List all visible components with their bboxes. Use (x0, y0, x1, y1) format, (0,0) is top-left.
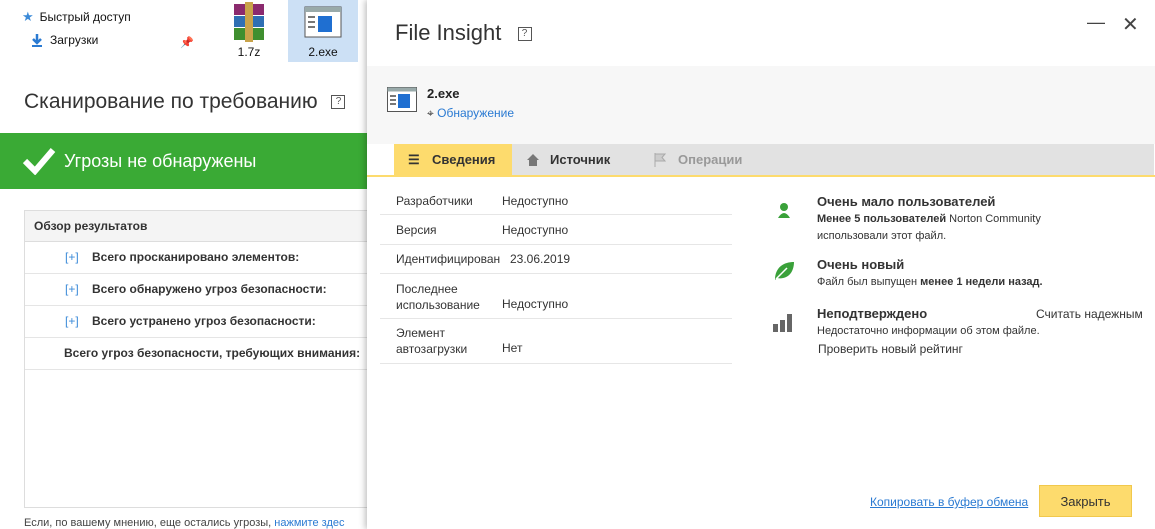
nav-item-quick-access[interactable]: ★ Быстрый доступ (22, 9, 131, 25)
stat-desc-line2: использовали этот файл. (817, 230, 947, 242)
stat-users: Очень мало пользователей Менее 5 пользов… (772, 194, 1152, 244)
file-tile-1-7z[interactable]: 1.7z (214, 0, 284, 62)
bottom-note: Если, по вашему мнению, еще остались угр… (24, 517, 344, 529)
tab-label: Источник (550, 152, 611, 167)
leaf-icon (775, 262, 794, 280)
explorer-window: ★ Быстрый доступ Загрузки 📌 1.7z 2.exe (0, 0, 367, 68)
dialog-title: File Insight ? (395, 20, 532, 46)
expand-toggle[interactable]: [+] (65, 242, 79, 273)
table-row: [+] Всего устранено угроз безопасности: (25, 306, 368, 338)
status-banner: Угрозы не обнаружены (0, 133, 367, 189)
file-label: 1.7z (237, 45, 261, 59)
bar-chart-icon (773, 314, 792, 332)
click-here-link[interactable]: нажмите здес (274, 517, 344, 529)
file-label: 2.exe (308, 45, 338, 59)
property-key: Последнее использование (396, 282, 480, 312)
property-row: Разработчики Недоступно (380, 186, 732, 215)
property-value: 23.06.2019 (510, 252, 571, 266)
tab-underline (367, 175, 1155, 177)
stat-title: Очень мало пользователей (817, 194, 996, 209)
trust-file-link[interactable]: Считать надежным (1036, 306, 1143, 322)
check-rating-link[interactable]: Проверить новый рейтинг (818, 341, 963, 357)
winrar-archive-icon (234, 2, 264, 42)
star-icon: ★ (22, 9, 34, 24)
table-row: Всего угроз безопасности, требующих вним… (25, 338, 368, 370)
file-header (367, 66, 1155, 144)
row-label: Всего угроз безопасности, требующих вним… (64, 346, 361, 360)
help-icon[interactable]: ? (331, 95, 346, 110)
property-row: Последнее использование Недоступно (380, 274, 732, 319)
stat-age: Очень новый Файл был выпущен менее 1 нед… (772, 257, 1152, 297)
row-label: Всего обнаружено угроз безопасности: (92, 282, 327, 296)
checkmark-icon (22, 148, 56, 175)
explorer-nav-pane: ★ Быстрый доступ Загрузки 📌 (0, 0, 200, 68)
expand-toggle[interactable]: [+] (65, 306, 79, 337)
stat-desc: Менее 5 пользователей Norton Community (817, 211, 1041, 227)
list-icon: ☰ (408, 152, 420, 167)
tab-source[interactable]: Источник (512, 144, 640, 175)
scan-title: Сканирование по требованию ? (24, 90, 346, 114)
pin-icon[interactable]: 📌 (180, 36, 194, 49)
file-tile-2-exe[interactable]: 2.exe (288, 0, 358, 62)
dialog-title-text: File Insight (395, 20, 502, 45)
stat-title: Очень новый (817, 257, 905, 272)
stat-desc-text: Файл был выпущен (817, 276, 921, 288)
table-row: [+] Всего обнаружено угроз безопасности: (25, 274, 368, 306)
help-icon[interactable]: ? (517, 27, 532, 42)
tab-label: Сведения (432, 152, 496, 167)
exe-window-icon (304, 6, 342, 38)
close-button[interactable]: Закрыть (1039, 485, 1132, 517)
row-label: Всего устранено угроз безопасности: (92, 314, 316, 328)
stat-desc: Недостаточно информации об этом файле. (817, 325, 1040, 337)
detection-link[interactable]: ⌖ Обнаружение (427, 106, 514, 121)
property-value: Недоступно (502, 194, 569, 208)
stat-emphasis: Менее 5 пользователей (817, 213, 947, 225)
stat-desc: Файл был выпущен менее 1 недели назад. (817, 274, 1043, 290)
flag-icon (654, 153, 666, 167)
tab-bar: ☰ Сведения Источник Операции (394, 144, 1154, 175)
nav-item-label: Быстрый доступ (39, 10, 131, 24)
property-key: Версия (396, 223, 437, 237)
crosshair-icon: ⌖ (427, 106, 434, 120)
scan-title-text: Сканирование по требованию (24, 90, 318, 113)
tab-operations[interactable]: Операции (640, 144, 770, 175)
nav-item-label: Загрузки (50, 33, 99, 47)
file-name: 2.exe (427, 86, 460, 101)
property-row: Версия Недоступно (380, 215, 732, 245)
home-icon (527, 154, 539, 166)
copy-to-clipboard-link[interactable]: Копировать в буфер обмена (870, 495, 1028, 509)
property-value: Недоступно (502, 223, 569, 237)
property-row: Идентифицирован 23.06.2019 (380, 245, 732, 274)
property-value: Нет (502, 341, 523, 355)
minimize-button[interactable]: — (1087, 12, 1105, 33)
status-text: Угрозы не обнаружены (64, 151, 257, 171)
tab-label: Операции (678, 152, 743, 167)
property-key: Элемент автозагрузки (396, 326, 468, 356)
note-text: Если, по вашему мнению, еще остались угр… (24, 517, 272, 529)
results-header: Обзор результатов (25, 211, 368, 242)
property-row: Элемент автозагрузки Нет (380, 319, 732, 364)
property-value: Недоступно (502, 297, 569, 311)
property-key: Разработчики (396, 194, 473, 208)
expand-toggle[interactable]: [+] (65, 274, 79, 305)
property-key: Идентифицирован (396, 252, 501, 266)
table-row: [+] Всего просканировано элементов: (25, 242, 368, 274)
detection-link-label: Обнаружение (437, 106, 514, 120)
stat-title: Неподтверждено (817, 306, 928, 321)
row-label: Всего просканировано элементов: (92, 250, 300, 264)
download-arrow-icon (32, 34, 42, 47)
exe-window-icon (387, 87, 417, 112)
stat-emphasis: менее 1 недели назад. (920, 276, 1043, 288)
tab-details[interactable]: ☰ Сведения (394, 144, 512, 175)
stat-desc-text: Norton Community (946, 213, 1041, 225)
close-icon[interactable]: ✕ (1122, 12, 1139, 37)
person-icon (778, 203, 790, 218)
nav-item-downloads[interactable]: Загрузки (30, 33, 98, 47)
file-insight-dialog: File Insight ? — ✕ 2.exe ⌖ Обнаружение ☰… (367, 0, 1155, 529)
stat-rating: Неподтверждено Считать надежным Недостат… (772, 306, 1152, 358)
results-table: Обзор результатов [+] Всего просканирова… (24, 210, 368, 508)
